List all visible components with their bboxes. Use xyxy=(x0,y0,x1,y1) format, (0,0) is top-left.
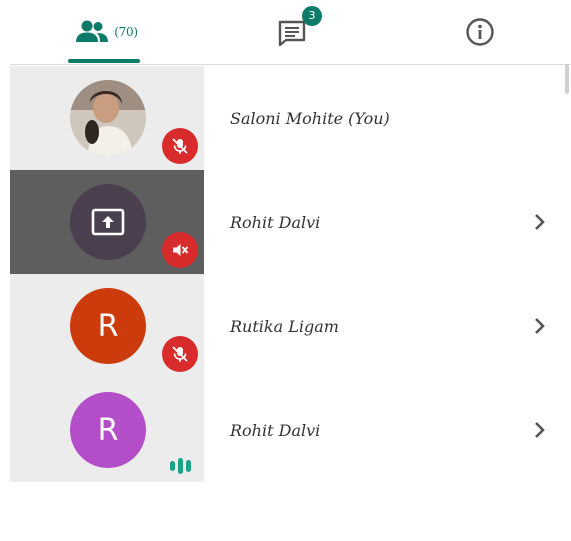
tab-info[interactable] xyxy=(450,0,510,64)
participant-row[interactable]: Rohit Dalvi xyxy=(10,170,571,274)
speaker-off-icon xyxy=(162,232,198,268)
avatar-photo xyxy=(70,80,146,156)
mic-off-icon xyxy=(162,128,198,164)
participant-row[interactable]: R Rutika Ligam xyxy=(10,274,571,378)
participant-count: (70) xyxy=(114,25,138,39)
unread-badge: 3 xyxy=(302,6,322,26)
avatar: R xyxy=(70,392,146,468)
participant-name: Rohit Dalvi xyxy=(230,420,321,440)
participant-tile: R xyxy=(10,378,204,482)
participant-tile xyxy=(10,66,204,170)
people-icon xyxy=(76,20,109,42)
mic-off-icon xyxy=(162,336,198,372)
participant-name: Saloni Mohite (You) xyxy=(230,108,390,128)
participant-tile: R xyxy=(10,274,204,378)
avatar-initial: R xyxy=(97,412,119,448)
participant-row[interactable]: R Rohit Dalvi xyxy=(10,378,571,482)
screen-share-icon xyxy=(91,208,125,236)
participant-name: Rohit Dalvi xyxy=(230,212,321,232)
avatar: R xyxy=(70,288,146,364)
tab-bar: (70) 3 xyxy=(0,0,571,66)
avatar xyxy=(70,80,146,156)
speaking-icon xyxy=(162,456,198,476)
tab-participants[interactable]: (70) xyxy=(62,0,150,64)
participant-name: Rutika Ligam xyxy=(230,316,339,336)
chevron-right-icon[interactable] xyxy=(528,418,552,442)
info-icon xyxy=(466,18,494,46)
participant-tile xyxy=(10,170,204,274)
chevron-right-icon[interactable] xyxy=(528,210,552,234)
avatar xyxy=(70,184,146,260)
active-tab-indicator xyxy=(68,59,140,63)
avatar-initial: R xyxy=(97,308,119,344)
tab-divider xyxy=(10,64,571,65)
participant-row[interactable]: Saloni Mohite (You) xyxy=(10,66,571,170)
tab-chat[interactable]: 3 xyxy=(262,0,326,64)
participant-list: Saloni Mohite (You) Rohit Dalvi R Rutika… xyxy=(10,66,571,482)
chevron-right-icon[interactable] xyxy=(528,314,552,338)
